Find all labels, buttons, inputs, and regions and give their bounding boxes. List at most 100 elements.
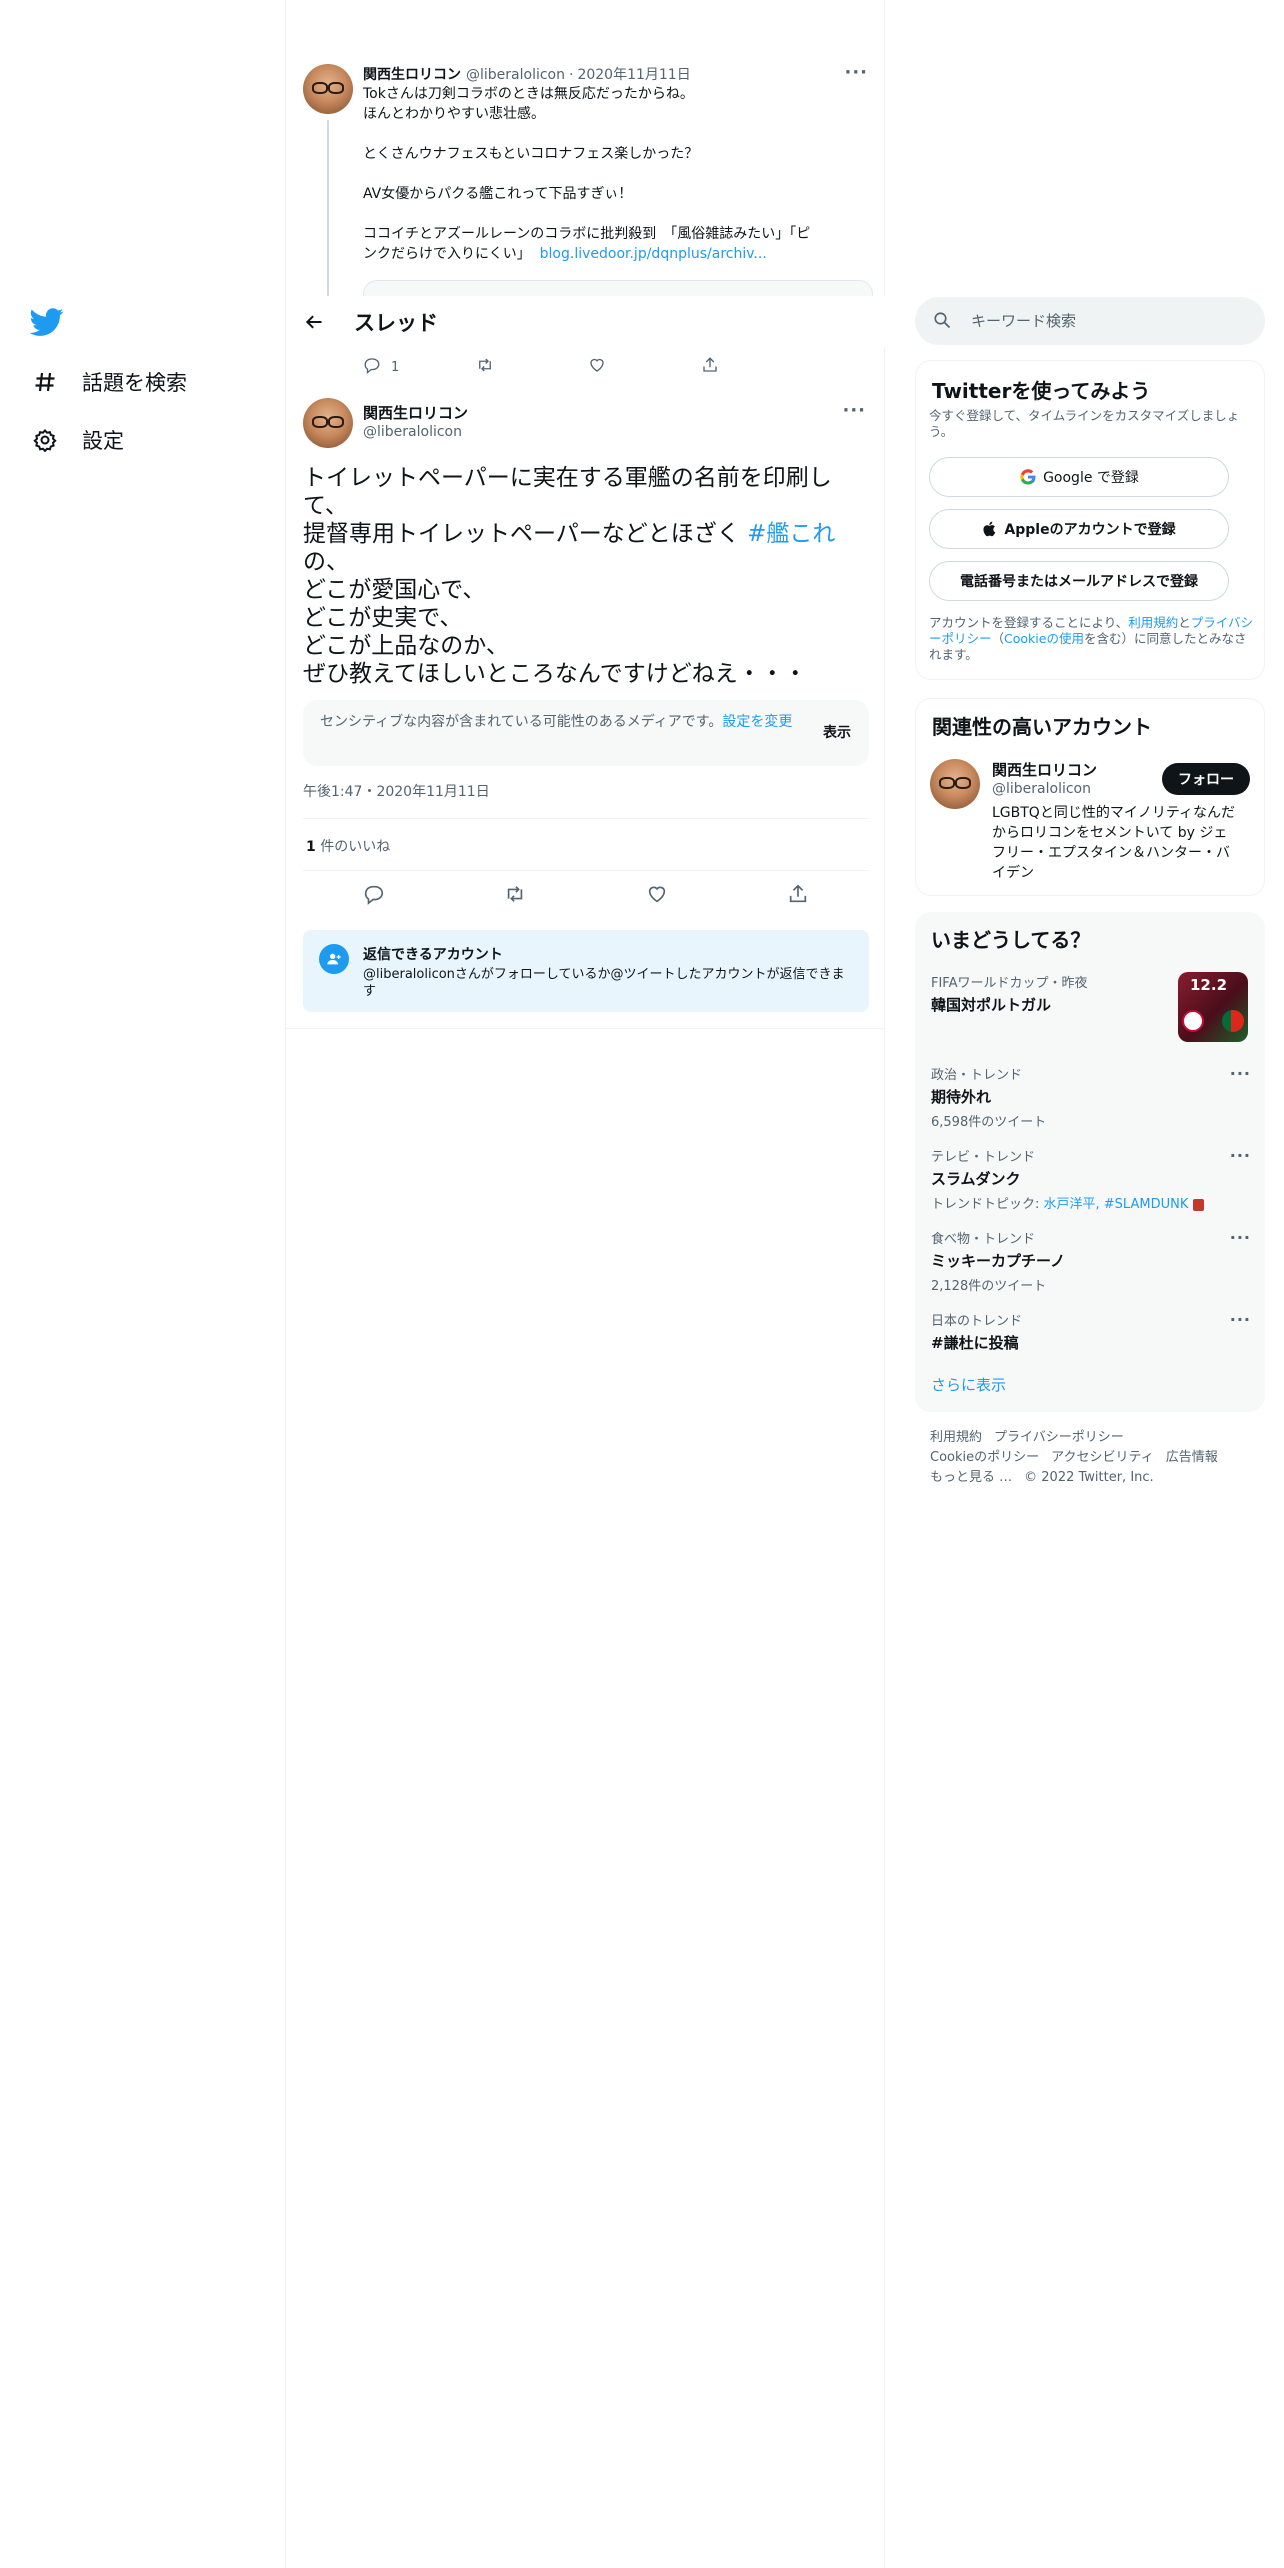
tweet-timestamp[interactable]: 午後1:47・2020年11月11日 [303,781,490,801]
show-media-button[interactable]: 表示 [823,722,851,742]
likes-label: 件のいいね [320,839,391,855]
more-options-icon[interactable]: ··· [1230,1064,1251,1083]
person-icon [319,944,349,974]
more-options-icon[interactable]: ··· [844,62,868,83]
tweet-date[interactable]: 2020年11月11日 [577,64,690,84]
trend-context: 日本のトレンド [931,1314,1023,1329]
follow-button[interactable]: フォロー [1162,763,1250,795]
more-options-icon[interactable]: ··· [1230,1310,1251,1329]
like-button[interactable] [588,356,701,378]
footer-link[interactable]: 利用規約 [930,1430,982,1445]
likes-count: 1 [306,839,316,855]
footer-link[interactable]: Cookieのポリシー [930,1450,1039,1465]
reply-count: 1 [391,359,400,375]
reply-icon [363,356,381,378]
user-handle[interactable]: @liberalolicon [992,781,1091,797]
trend-item[interactable]: 日本のトレンド #謙杜に投稿 ··· [931,1310,1251,1353]
trend-name: 期待外れ [931,1088,992,1106]
gear-icon [30,425,60,455]
divider [303,818,869,819]
divider [303,870,869,871]
avatar[interactable] [303,398,353,448]
heart-icon [588,356,606,378]
apple-signup-button[interactable]: Appleのアカウントで登録 [929,509,1229,549]
trend-item[interactable]: テレビ・トレンド スラムダンク トレンドトピック: 水戸洋平, #SLAMDUN… [931,1146,1251,1212]
portugal-flag-icon [1222,1010,1244,1032]
share-button[interactable] [701,356,814,378]
tweet-line: どこが史実で、 [303,605,463,631]
avatar[interactable] [303,64,353,114]
share-icon[interactable] [787,883,809,909]
avatar[interactable] [930,759,980,809]
user-name[interactable]: 関西生ロリコン [363,402,468,423]
trend-name: #謙杜に投稿 [931,1334,1019,1352]
trend-thumbnail: 12.2 [1178,972,1248,1042]
thread-header: スレッド [286,296,886,348]
retweet-button[interactable] [476,356,589,378]
retweet-icon[interactable] [504,883,526,909]
tweet-text: Tokさんは刀剣コラボのときは無反応だったからね。 ほんとわかりやすい悲壮感。 … [363,84,863,264]
tweet-line: ほんとわかりやすい悲壮感。 [363,106,545,122]
show-more-link[interactable]: さらに表示 [931,1374,1006,1395]
trend-context: 食べ物・トレンド [931,1232,1036,1247]
google-signup-button[interactable]: Google で登録 [929,457,1229,497]
likes-summary[interactable]: 1 件のいいね [306,836,390,856]
trends-panel: いまどうしてる？ FIFAワールドカップ・昨夜 韓国対ポルトガル 12.2 政治… [915,912,1265,1412]
parent-tweet-actions: 1 [363,352,813,382]
heart-icon[interactable] [646,883,668,909]
tweet-line: ココイチとアズールレーンのコラボに批判殺到 「風俗雑誌みたい」「ピ [363,226,811,242]
footer-link[interactable]: 広告情報 [1166,1450,1218,1465]
footer: 利用規約 プライバシーポリシー Cookieのポリシー アクセシビリティ 広告情報 も… [930,1428,1260,1488]
footer-link[interactable]: プライバシーポリシー [994,1430,1124,1445]
back-arrow-icon[interactable] [296,304,332,340]
cookie-link[interactable]: Cookieの使用 [1004,631,1084,646]
footer-link[interactable]: アクセシビリティ [1051,1450,1154,1465]
tweet-line: Tokさんは刀剣コラボのときは無反応だったからね。 [363,86,694,102]
trend-count: 6,598件のツイート [931,1115,1047,1130]
terms-notice: アカウントを登録することにより、利用規約とプライバシーポリシー（Cookieの使… [929,615,1254,662]
reply-notice-title: 返信できるアカウント [363,947,503,963]
page-title: スレッド [354,311,438,335]
reply-button[interactable]: 1 [363,356,476,378]
twitter-logo-icon[interactable] [29,305,66,341]
tweet-line: トイレットペーパーに実在する軍艦の名前を印刷し [303,465,832,491]
change-settings-link[interactable]: 設定を変更 [722,714,792,730]
user-name[interactable]: 関西生ロリコン [992,759,1097,780]
more-options-icon[interactable]: ··· [1230,1146,1251,1165]
trends-title: いまどうしてる？ [931,928,1091,952]
tweet-link[interactable]: blog.livedoor.jp/dqnplus/archiv... [540,246,767,262]
reply-icon[interactable] [363,883,385,909]
user-handle[interactable]: @liberalolicon [363,424,462,440]
korea-flag-icon [1182,1010,1204,1032]
hashtag-icon [30,367,60,397]
trend-item[interactable]: 食べ物・トレンド ミッキーカプチーノ 2,128件のツイート ··· [931,1228,1251,1294]
copyright: © 2022 Twitter, Inc. [1024,1470,1154,1485]
hashtag-link[interactable]: #艦これ [747,521,835,547]
tweet-line: とくさんウナフェスもといコロナフェス楽しかった？ [363,146,699,162]
search-input[interactable] [971,309,1241,333]
reply-restriction-notice: 返信できるアカウント @liberaloliconさんがフォローしているか@ツイ… [303,930,869,1012]
signup-title: Twitterを使ってみよう [932,379,1151,403]
nav-explore[interactable]: 話題を検索 [30,360,187,404]
sensitive-media-warning: センシティブな内容が含まれている可能性のあるメディアです。設定を変更 表示 [303,700,869,766]
signup-panel: Twitterを使ってみよう 今すぐ登録して、タイムラインをカスタマイズしましょ… [915,360,1265,680]
user-handle[interactable]: @liberalolicon [466,67,565,83]
nav-settings[interactable]: 設定 [30,418,124,462]
trend-name: スラムダンク [931,1170,1021,1188]
footer-link[interactable]: もっと見る … [930,1470,1012,1485]
more-options-icon[interactable]: ··· [1230,1228,1251,1247]
more-options-icon[interactable]: ··· [842,400,866,421]
trend-topic-links[interactable]: 水戸洋平, #SLAMDUNK [1044,1197,1189,1212]
user-name[interactable]: 関西生ロリコン [363,64,461,84]
trend-item[interactable]: 政治・トレンド 期待外れ 6,598件のツイート ··· [931,1064,1251,1130]
main-column: 関西生ロリコン @liberalolicon · 2020年11月11日 ···… [285,0,886,2568]
phone-email-signup-button[interactable]: 電話番号またはメールアドレスで登録 [929,561,1229,601]
terms-link[interactable]: 利用規約 [1128,615,1178,630]
nav-settings-label: 設定 [82,429,124,453]
share-icon [701,356,719,378]
apple-signup-label: Appleのアカウントで登録 [1004,522,1176,538]
google-icon [1019,468,1037,486]
search-bar[interactable] [915,297,1265,345]
nav-explore-label: 話題を検索 [82,371,187,395]
tweet-line: 提督専用トイレットペーパーなどとほざく [303,521,740,547]
